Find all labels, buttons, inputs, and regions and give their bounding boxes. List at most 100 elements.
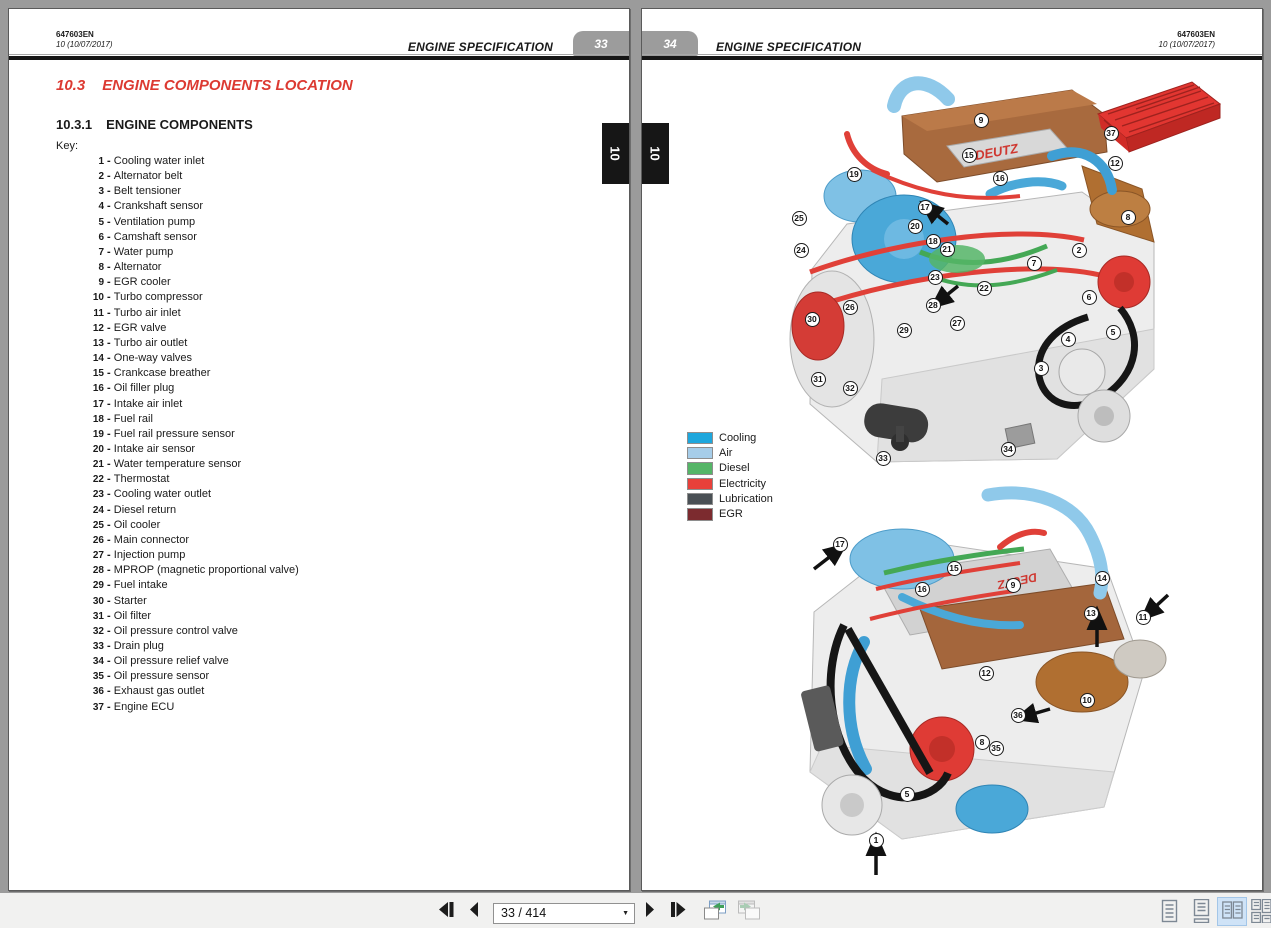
header-rule bbox=[9, 56, 629, 60]
document-page-33: 647603EN 10 (10/07/2017) ENGINE SPECIFIC… bbox=[8, 8, 630, 891]
previous-page-icon bbox=[470, 902, 478, 917]
viewer-toolbar: 33 / 414 ▼ bbox=[0, 893, 1271, 928]
previous-page-button[interactable] bbox=[467, 899, 481, 923]
legend-swatch bbox=[687, 446, 713, 460]
component-key-item: 14 - One-way valves bbox=[92, 352, 193, 365]
legend-swatch bbox=[687, 492, 713, 506]
component-key-item: 10 - Turbo compressor bbox=[92, 291, 203, 304]
single-page-layout-icon bbox=[1161, 899, 1177, 923]
section-number: 10.3 bbox=[56, 77, 86, 94]
component-key-item: 8 - Alternator bbox=[98, 261, 162, 274]
engine-illustration-bottom: DEUTZ bbox=[801, 486, 1170, 875]
component-key-item: 6 - Camshaft sensor bbox=[98, 230, 197, 243]
component-key-item: 16 - Oil filler plug bbox=[92, 382, 175, 395]
legend-label: Diesel bbox=[719, 462, 750, 475]
next-page-icon bbox=[646, 902, 654, 917]
single-page-view-button[interactable] bbox=[1157, 899, 1181, 925]
legend-swatch bbox=[687, 431, 713, 445]
last-page-icon bbox=[671, 902, 686, 917]
combobox-caret-icon[interactable]: ▼ bbox=[622, 910, 629, 917]
document-page-34: 34 ENGINE SPECIFICATION 647603EN 10 (10/… bbox=[641, 8, 1263, 891]
facing-view-button[interactable] bbox=[1217, 897, 1247, 926]
chapter-tab: 10 bbox=[642, 123, 669, 184]
first-page-button[interactable] bbox=[437, 899, 458, 923]
running-header-title: ENGINE SPECIFICATION bbox=[716, 40, 862, 54]
component-key-item: 12 - EGR valve bbox=[92, 321, 167, 334]
ecu-illustration bbox=[1097, 81, 1222, 153]
doc-revision: 10 (10/07/2017) bbox=[56, 39, 113, 49]
legend-swatch bbox=[687, 508, 713, 521]
component-key-item: 21 - Water temperature sensor bbox=[92, 458, 242, 471]
component-key-item: 3 - Belt tensioner bbox=[98, 185, 182, 198]
color-legend: Cooling Air Diesel Electricity Lubrication EG… bbox=[687, 429, 773, 521]
engine-illustration-top: DEUTZ bbox=[789, 76, 1222, 463]
legend-item: Electricity bbox=[687, 475, 773, 491]
component-key-item: 26 - Main connector bbox=[92, 533, 189, 546]
component-key-item: 29 - Fuel intake bbox=[92, 579, 168, 592]
legend-label: Electricity bbox=[719, 477, 767, 490]
component-key-item: 15 - Crankcase breather bbox=[92, 367, 211, 380]
header-divider bbox=[9, 54, 629, 55]
component-key-item: 11 - Turbo air inlet bbox=[93, 306, 181, 319]
legend-label: Air bbox=[719, 447, 733, 460]
continuous-view-button[interactable] bbox=[1189, 898, 1213, 925]
section-heading: 10.3 ENGINE COMPONENTS LOCATION bbox=[56, 77, 353, 94]
subsection-number: 10.3.1 bbox=[56, 117, 93, 132]
legend-label: Lubrication bbox=[719, 493, 773, 506]
component-key-item: 2 - Alternator belt bbox=[98, 170, 183, 183]
component-key-item: 19 - Fuel rail pressure sensor bbox=[92, 427, 235, 440]
doc-number: 647603EN bbox=[1177, 30, 1215, 39]
component-key-item: 27 - Injection pump bbox=[92, 549, 186, 562]
component-key-item: 33 - Drain plug bbox=[92, 640, 164, 652]
legend-item: Cooling bbox=[687, 429, 773, 445]
previous-view-icon bbox=[704, 900, 726, 920]
component-key-item: 17 - Intake air inlet bbox=[92, 397, 183, 410]
component-key-item: 34 - Oil pressure relief valve bbox=[92, 655, 229, 668]
continuous-layout-icon bbox=[1193, 898, 1209, 924]
legend-swatch bbox=[687, 462, 713, 475]
first-page-icon bbox=[439, 902, 454, 917]
doc-revision: 10 (10/07/2017) bbox=[1158, 39, 1216, 49]
next-view-button[interactable] bbox=[736, 899, 762, 923]
component-key-item: 23 - Cooling water outlet bbox=[92, 488, 212, 501]
continuous-facing-view-button[interactable] bbox=[1249, 898, 1271, 925]
component-key-item: 31 - Oil filter bbox=[92, 609, 152, 622]
last-page-button[interactable] bbox=[668, 899, 689, 923]
component-key-item: 7 - Water pump bbox=[98, 245, 174, 258]
subsection-title: ENGINE COMPONENTS bbox=[106, 117, 253, 132]
legend-label: Cooling bbox=[719, 431, 757, 444]
component-key-item: 9 - EGR cooler bbox=[98, 276, 171, 289]
components-key-list: 1 - Cooling water inlet 2 - Alternator be… bbox=[56, 155, 299, 716]
continuous-facing-layout-icon bbox=[1251, 898, 1271, 924]
pdf-viewer-window: { "toolbar": { "page_indicator": "33 / 4… bbox=[0, 0, 1271, 928]
component-key-item: 13 - Turbo air outlet bbox=[92, 336, 188, 349]
doc-number: 647603EN bbox=[56, 30, 94, 39]
component-key-item: 5 - Ventilation pump bbox=[98, 215, 196, 228]
document-id-block: 647603EN 10 (10/07/2017) bbox=[1159, 31, 1216, 48]
component-key-item: 30 - Starter bbox=[92, 594, 147, 607]
component-key-item: 4 - Crankshaft sensor bbox=[98, 200, 204, 213]
next-page-button[interactable] bbox=[643, 899, 657, 923]
key-label: Key: bbox=[56, 140, 79, 152]
legend-label: EGR bbox=[719, 508, 743, 521]
component-key-item: 24 - Diesel return bbox=[92, 503, 177, 516]
component-key-item: 36 - Exhaust gas outlet bbox=[92, 685, 205, 698]
next-view-icon bbox=[738, 900, 760, 920]
page-number-combobox[interactable]: 33 / 414 ▼ bbox=[493, 903, 635, 924]
component-key-item: 18 - Fuel rail bbox=[92, 412, 153, 425]
page-indicator: 33 / 414 bbox=[501, 906, 547, 920]
component-key-item: 35 - Oil pressure sensor bbox=[92, 670, 210, 683]
component-key-item: 25 - Oil cooler bbox=[92, 518, 161, 531]
section-title: ENGINE COMPONENTS LOCATION bbox=[102, 77, 353, 94]
component-key-item: 1 - Cooling water inlet bbox=[98, 155, 205, 167]
page-number-tab: 33 bbox=[573, 31, 629, 56]
component-key-item: 37 - Engine ECU bbox=[92, 700, 175, 713]
previous-view-button[interactable] bbox=[702, 899, 728, 923]
component-key-item: 22 - Thermostat bbox=[92, 473, 170, 486]
header-divider bbox=[642, 54, 1262, 55]
subsection-heading: 10.3.1 ENGINE COMPONENTS bbox=[56, 117, 253, 132]
component-key-item: 32 - Oil pressure control valve bbox=[92, 624, 238, 637]
component-key-item: 28 - MPROP (magnetic proportional valve) bbox=[92, 564, 299, 577]
facing-layout-icon bbox=[1221, 901, 1243, 919]
legend-item: Lubrication bbox=[687, 490, 773, 506]
